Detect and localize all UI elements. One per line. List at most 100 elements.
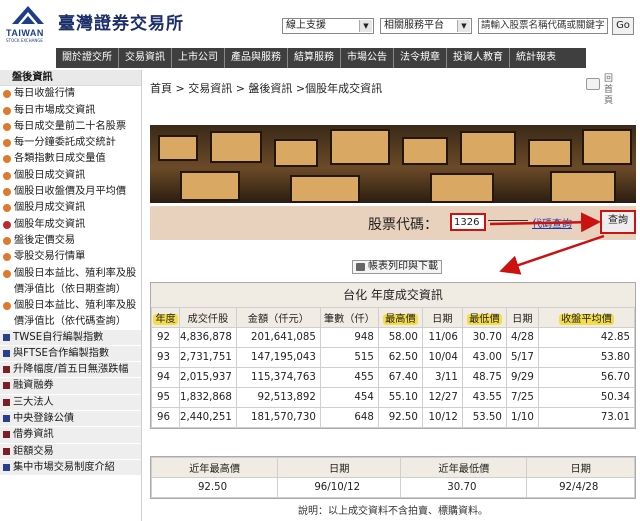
table-header-row: 年度 成交仟股 金額（仟元） 筆數（仟） 最高價 日期 最低價 日期 收盤平均價 <box>151 307 636 328</box>
sidebar-category[interactable]: 中央登錄公債 <box>0 411 141 428</box>
cell: 1/10 <box>505 407 539 428</box>
sidebar-item[interactable]: 個股日本益比、殖利率及股價淨值比（依代碼查詢） <box>0 298 141 330</box>
column-header: 收盤平均價 <box>558 314 614 325</box>
nav-item[interactable]: 法令規章 <box>394 48 447 68</box>
nav-item[interactable]: 上市公司 <box>172 48 225 68</box>
cell: 2,731,751 <box>179 347 237 368</box>
breadcrumb: 首頁 > 交易資訊 > 盤後資訊 >個股年成交資訊 <box>150 82 383 95</box>
code-lookup-link[interactable]: 代碼查詢 <box>532 215 572 230</box>
nav-item[interactable]: 結算服務 <box>288 48 341 68</box>
sidebar-item[interactable]: 個股日本益比、殖利率及股價淨值比（依日期查詢） <box>0 266 141 298</box>
sidebar-item[interactable]: 個股日收盤價及月平均價 <box>0 184 141 200</box>
sidebar-item[interactable]: 盤後定價交易 <box>0 233 141 249</box>
column-header: 筆數（仟） <box>319 307 379 328</box>
main-nav: 關於證交所 交易資訊 上市公司 產品與服務 結算服務 市場公告 法令規章 投資人… <box>56 48 586 68</box>
support-select[interactable]: 線上支援 ▼ <box>282 18 374 34</box>
sidebar-category[interactable]: 與FTSE合作編製指數 <box>0 345 141 363</box>
table-row: 94 2,015,937 115,374,763 455 67.40 3/11 48.75 9… <box>151 367 636 388</box>
sidebar-item[interactable]: 個股月成交資訊 <box>0 200 141 216</box>
cell: 43.00 <box>461 347 507 368</box>
cell: 2,015,937 <box>179 367 237 388</box>
query-button[interactable]: 查詢 <box>600 210 636 234</box>
divider <box>488 220 528 221</box>
cell: 96/10/12 <box>277 477 402 498</box>
sidebar-category[interactable]: 三大法人 <box>0 394 141 412</box>
cell: 648 <box>319 407 379 428</box>
sidebar-category[interactable]: 鉅額交易 <box>0 443 141 460</box>
nav-item[interactable]: 統計報表 <box>510 48 562 68</box>
cell: 201,641,085 <box>235 327 321 348</box>
sidebar-category[interactable]: 集中市場交易制度介紹 <box>0 459 141 477</box>
sidebar-category[interactable]: 融資融券 <box>0 378 141 395</box>
sidebar-category[interactable]: TWSE自行編製指數 <box>0 329 141 346</box>
cell: 4,836,878 <box>179 327 237 348</box>
column-header: 最高價 <box>383 314 418 325</box>
cell: 10/04 <box>421 347 463 368</box>
cell: 95 <box>151 387 180 408</box>
summary-header-row: 近年最高價 日期 近年最低價 日期 <box>150 457 635 478</box>
cell: 92 <box>151 327 180 348</box>
query-bar: 股票代碼： 1326 代碼查詢 查詢 <box>150 206 636 240</box>
sidebar-item[interactable]: 每日市場成交資訊 <box>0 103 141 119</box>
sidebar-section-title[interactable]: 盤後資訊 <box>0 70 141 87</box>
sidebar-category[interactable]: 升降幅度/首五日無漲跌幅 <box>0 362 141 379</box>
nav-item[interactable]: 產品與服務 <box>225 48 288 68</box>
column-header: 近年最低價 <box>400 457 528 478</box>
cell: 56.70 <box>537 367 636 388</box>
sidebar-item-current[interactable]: 個股年成交資訊 <box>0 217 141 233</box>
main-content: 首頁 > 交易資訊 > 盤後資訊 >個股年成交資訊 回首頁 股票代碼： 1326… <box>150 70 640 521</box>
sidebar-category[interactable]: 借券資訊 <box>0 427 141 444</box>
cell: 92,513,892 <box>235 387 321 408</box>
print-download-button[interactable]: 帳表列印與下載 <box>352 260 442 274</box>
nav-item[interactable]: 關於證交所 <box>56 48 119 68</box>
logo-subtext: STOCK EXCHANGE <box>6 38 43 43</box>
cell: 92.50 <box>377 407 423 428</box>
sidebar-item[interactable]: 個股日成交資訊 <box>0 168 141 184</box>
cell: 454 <box>319 387 379 408</box>
column-header: 日期 <box>277 457 402 478</box>
sidebar: 盤後資訊 每日收盤行情 每日市場成交資訊 每日成交量前二十名股票 每一分鐘委託成… <box>0 70 142 521</box>
cell: 9/29 <box>505 367 539 388</box>
twse-logo[interactable]: TAIWAN STOCK EXCHANGE <box>6 4 52 43</box>
footnote: 說明：以上成交資料不含拍賣、標購資料。 <box>298 506 488 517</box>
cell: 948 <box>319 327 379 348</box>
cell: 55.10 <box>377 387 423 408</box>
home-link[interactable]: 回首頁 <box>586 72 640 106</box>
chevron-down-icon: ▼ <box>359 20 372 32</box>
column-header: 年度 <box>153 314 178 325</box>
cell: 455 <box>319 367 379 388</box>
chevron-down-icon: ▼ <box>457 20 470 32</box>
cell: 93 <box>151 347 180 368</box>
cell: 67.40 <box>377 367 423 388</box>
stock-code-input[interactable]: 1326 <box>450 213 486 231</box>
cell: 50.34 <box>537 387 636 408</box>
stock-code-label: 股票代碼： <box>368 217 438 233</box>
go-button[interactable]: Go <box>612 17 634 35</box>
cell: 181,570,730 <box>235 407 321 428</box>
sidebar-item[interactable]: 零股交易行情單 <box>0 249 141 265</box>
nav-item[interactable]: 市場公告 <box>341 48 394 68</box>
platform-select[interactable]: 相關服務平台 ▼ <box>380 18 472 34</box>
sidebar-item[interactable]: 每日收盤行情 <box>0 86 141 102</box>
cell: 53.50 <box>461 407 507 428</box>
nav-item[interactable]: 投資人教育 <box>447 48 510 68</box>
sidebar-item[interactable]: 每日成交量前二十名股票 <box>0 119 141 135</box>
cell: 1,832,868 <box>179 387 237 408</box>
cell: 92/4/28 <box>526 477 635 498</box>
sidebar-item[interactable]: 每一分鐘委託成交統計 <box>0 135 141 151</box>
search-input[interactable]: 請輸入股票名稱代碼或關鍵字 <box>478 18 608 34</box>
cell: 96 <box>151 407 180 428</box>
cell: 58.00 <box>377 327 423 348</box>
sidebar-item[interactable]: 各類指數日成交量值 <box>0 151 141 167</box>
summary-table: 近年最高價 日期 近年最低價 日期 92.50 96/10/12 30.70 9… <box>150 456 636 499</box>
table-row: 93 2,731,751 147,195,043 515 62.50 10/04 43.00… <box>151 347 636 368</box>
column-header: 最低價 <box>467 314 502 325</box>
platform-select-value: 相關服務平台 <box>384 20 444 31</box>
home-link-label: 回首頁 <box>604 74 614 106</box>
column-header: 近年最高價 <box>150 457 279 478</box>
cell: 3/11 <box>421 367 463 388</box>
nav-item[interactable]: 交易資訊 <box>119 48 172 68</box>
cell: 43.55 <box>461 387 507 408</box>
cell: 73.01 <box>537 407 636 428</box>
cell: 7/25 <box>505 387 539 408</box>
